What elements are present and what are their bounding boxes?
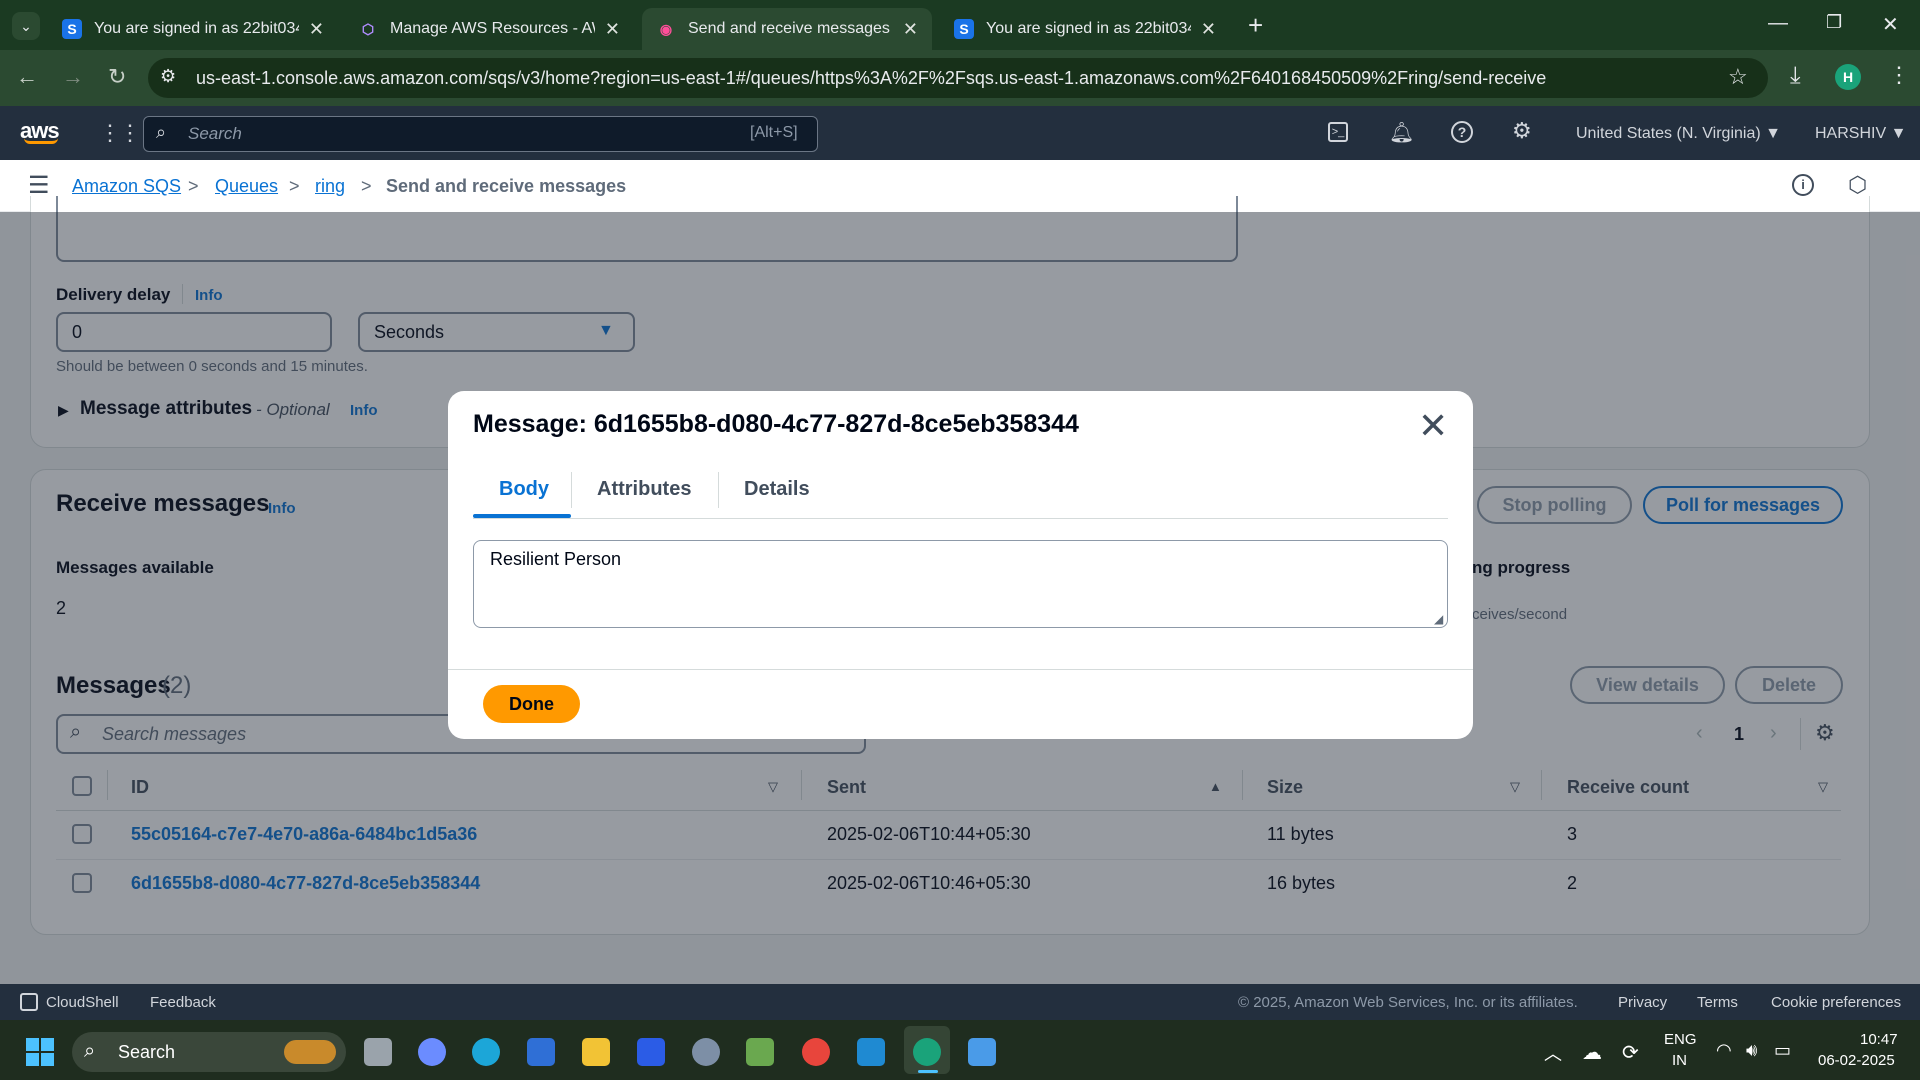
breadcrumb-current: Send and receive messages <box>386 176 627 196</box>
browser-tab-4[interactable]: S You are signed in as 22bit034 ✕ <box>940 8 1230 50</box>
help-icon[interactable]: ? <box>1451 121 1473 143</box>
search-icon: ⌕ <box>84 1040 96 1062</box>
tab-title: You are signed in as 22bit034 <box>94 20 299 37</box>
sso-favicon-icon: S <box>954 19 974 39</box>
tab-attributes[interactable]: Attributes <box>597 478 691 501</box>
tab-details[interactable]: Details <box>744 478 810 501</box>
terms-link[interactable]: Terms <box>1697 994 1738 1011</box>
language-bottom[interactable]: IN <box>1672 1052 1687 1069</box>
show-hidden-icons-icon[interactable]: ︿ <box>1544 1040 1562 1066</box>
breadcrumb-separator-icon: > <box>188 176 199 196</box>
microsoft-store-icon[interactable] <box>527 1038 555 1066</box>
resize-handle-icon[interactable]: ◢ <box>1434 612 1443 626</box>
aws-logo-smile-icon <box>24 138 58 144</box>
feedback-link[interactable]: Feedback <box>150 994 216 1011</box>
divider <box>718 472 719 508</box>
sqs-favicon-icon: ◉ <box>659 20 673 37</box>
copilot-icon[interactable] <box>418 1038 446 1066</box>
onedrive-cloud-icon[interactable]: ☁ <box>1582 1040 1602 1065</box>
settings-gear-icon[interactable]: ⚙ <box>1512 118 1532 144</box>
modal-title: Message: 6d1655b8-d080-4c77-827d-8ce5eb3… <box>473 410 1079 438</box>
copyright-text: © 2025, Amazon Web Services, Inc. or its… <box>1238 994 1578 1011</box>
sync-icon[interactable]: ⟳ <box>1622 1040 1639 1065</box>
chrome-profile-icon[interactable] <box>913 1038 941 1066</box>
tabs-underline <box>473 518 1448 519</box>
reload-icon[interactable]: ↻ <box>108 64 126 90</box>
chrome-menu-icon[interactable]: ⋮ <box>1888 62 1910 88</box>
breadcrumb-amazon-sqs[interactable]: Amazon SQS <box>72 176 181 197</box>
close-window-icon[interactable]: ✕ <box>1882 12 1899 37</box>
profile-avatar[interactable]: H <box>1835 64 1861 90</box>
cookie-preferences-link[interactable]: Cookie preferences <box>1771 994 1901 1011</box>
photos-icon[interactable] <box>746 1038 774 1066</box>
tab-close-icon[interactable]: ✕ <box>1201 19 1216 40</box>
tab-search-chevron-icon[interactable]: ⌄ <box>12 12 40 40</box>
done-button[interactable]: Done <box>483 685 580 723</box>
browser-tab-1[interactable]: S You are signed in as 22bit034 ✕ <box>48 8 338 50</box>
site-info-icon[interactable]: ⚙ <box>160 66 176 87</box>
search-shortcut: [Alt+S] <box>750 124 798 141</box>
sso-favicon-icon: S <box>62 19 82 39</box>
wifi-icon[interactable]: ◠ <box>1716 1040 1732 1061</box>
task-view-icon[interactable] <box>364 1038 392 1066</box>
clock-date[interactable]: 06-02-2025 <box>1818 1052 1895 1069</box>
tab-title: You are signed in as 22bit034 <box>986 20 1191 37</box>
privacy-link[interactable]: Privacy <box>1618 994 1667 1011</box>
chrome-icon[interactable] <box>802 1038 830 1066</box>
url-text[interactable]: us-east-1.console.aws.amazon.com/sqs/v3/… <box>196 68 1546 89</box>
new-tab-button[interactable]: + <box>1248 10 1263 41</box>
cloudshell-icon[interactable]: >_ <box>1328 122 1348 142</box>
breadcrumb-queues[interactable]: Queues <box>215 176 278 197</box>
restore-icon[interactable]: ❐ <box>1826 12 1842 33</box>
tab-body[interactable]: Body <box>499 478 549 501</box>
volume-icon[interactable]: 🔊︎ <box>1746 1040 1757 1061</box>
clock-time[interactable]: 10:47 <box>1860 1031 1898 1048</box>
edge-icon[interactable] <box>472 1038 500 1066</box>
search-highlight-icon[interactable] <box>284 1040 336 1064</box>
search-placeholder: Search <box>188 124 242 143</box>
tab-close-icon[interactable]: ✕ <box>605 19 620 40</box>
region-selector[interactable]: United States (N. Virginia) ▼ <box>1576 125 1781 143</box>
taskbar-search-label: Search <box>118 1042 176 1062</box>
cloudshell-link[interactable]: CloudShell <box>46 994 119 1011</box>
cloudshell-icon[interactable] <box>20 993 38 1011</box>
windows-start-icon[interactable] <box>26 1038 54 1066</box>
aws-search-input[interactable] <box>143 116 818 152</box>
notifications-bell-icon[interactable]: 🔔︎ <box>1389 120 1414 145</box>
browser-tab-3-active[interactable]: ◉ Send and receive messages | Si ✕ <box>642 8 932 50</box>
settings-icon[interactable] <box>692 1038 720 1066</box>
tab-title: Manage AWS Resources - AWS <box>390 20 595 37</box>
notifications-panel-icon[interactable]: ⬡ <box>1848 172 1867 198</box>
breadcrumb-separator-icon: > <box>361 176 372 196</box>
breadcrumb-separator-icon: > <box>289 176 300 196</box>
file-explorer-icon[interactable] <box>582 1038 610 1066</box>
language-top[interactable]: ENG <box>1664 1031 1697 1048</box>
paint-app-icon[interactable] <box>968 1038 996 1066</box>
bookmark-star-icon[interactable]: ☆ <box>1728 64 1748 90</box>
modal-close-icon[interactable]: ✕ <box>1418 405 1448 447</box>
modal-footer-divider <box>448 669 1473 670</box>
back-icon[interactable]: ← <box>16 64 38 90</box>
pen-app-icon[interactable] <box>637 1038 665 1066</box>
forward-icon[interactable]: → <box>62 64 84 90</box>
active-indicator <box>918 1070 938 1073</box>
battery-icon[interactable]: ▭ <box>1774 1040 1791 1061</box>
vscode-icon[interactable] <box>857 1038 885 1066</box>
breadcrumb-ring[interactable]: ring <box>315 176 345 197</box>
tab-title: Send and receive messages | Si <box>688 20 893 37</box>
search-icon: ⌕ <box>156 122 167 142</box>
aws-resources-favicon-icon: ⬡ <box>361 20 375 37</box>
tab-close-icon[interactable]: ✕ <box>903 19 918 40</box>
download-icon[interactable]: ⤓ <box>1790 62 1801 90</box>
message-body-text: Resilient Person <box>490 549 622 569</box>
account-menu[interactable]: HARSHIV ▼ <box>1815 125 1906 143</box>
info-panel-icon[interactable]: i <box>1792 174 1814 196</box>
tab-close-icon[interactable]: ✕ <box>309 19 324 40</box>
minimize-icon[interactable]: — <box>1768 12 1788 35</box>
divider <box>571 472 572 508</box>
browser-tab-2[interactable]: ⬡ Manage AWS Resources - AWS ✕ <box>344 8 634 50</box>
